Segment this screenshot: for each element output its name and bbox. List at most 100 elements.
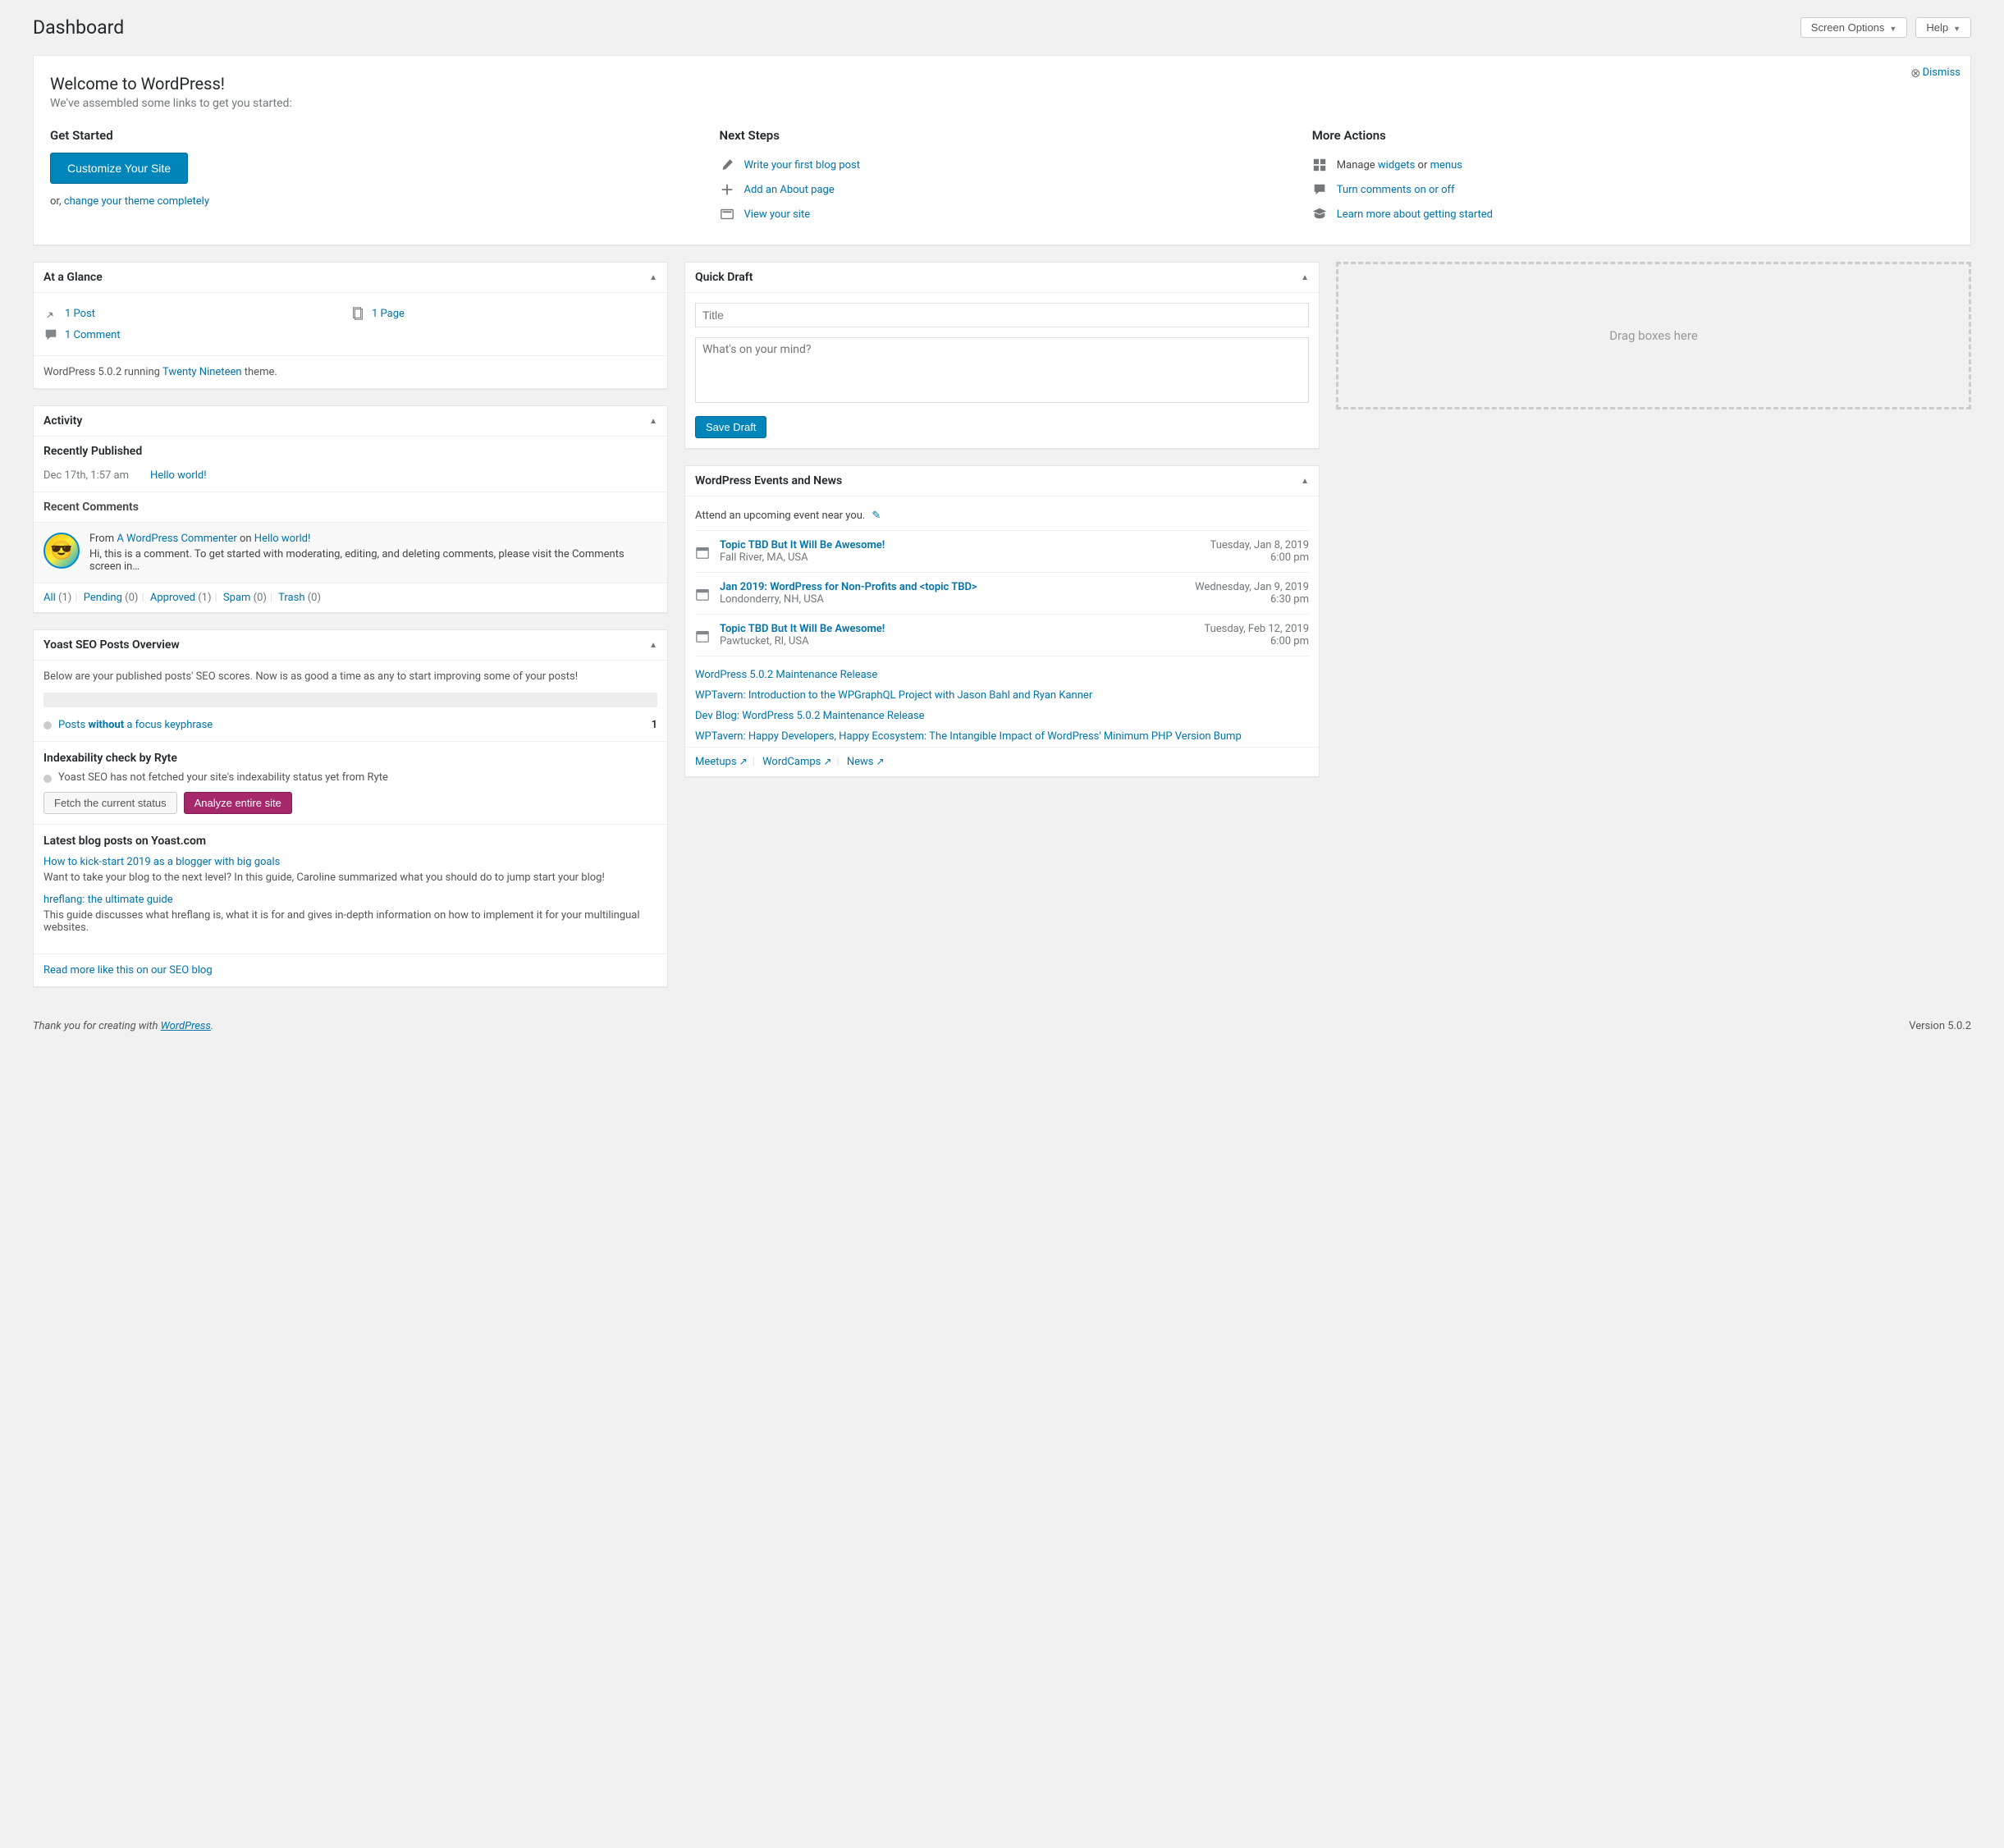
publish-date: Dec 17th, 1:57 am [43, 469, 129, 482]
comments-count-link[interactable]: 1 Comment [65, 329, 121, 341]
at-a-glance-box: At a Glance ▲ 1 Post 1 Page 1 Comment Wor… [33, 262, 668, 389]
wordcamps-link[interactable]: WordCamps↗ [762, 756, 831, 768]
pages-count-link[interactable]: 1 Page [372, 308, 405, 320]
activity-box: Activity▲ Recently Published Dec 17th, 1… [33, 405, 668, 613]
event-time: 6:30 pm [1195, 593, 1309, 606]
save-draft-button[interactable]: Save Draft [695, 416, 766, 438]
status-dot-icon [43, 775, 52, 783]
widgets-icon [1312, 158, 1327, 172]
event-link[interactable]: Topic TBD But It Will Be Awesome! [720, 623, 885, 635]
chevron-down-icon: ▼ [1953, 25, 1961, 33]
chevron-down-icon: ▼ [1889, 25, 1896, 33]
wp-version-text: WordPress 5.0.2 running Twenty Nineteen … [34, 355, 667, 388]
edit-location-icon[interactable]: ✎ [872, 510, 881, 522]
event-link[interactable]: Topic TBD But It Will Be Awesome! [720, 539, 885, 551]
menus-link[interactable]: menus [1430, 159, 1462, 172]
yoast-box: Yoast SEO Posts Overview ▲ Below are your… [33, 629, 668, 987]
edit-icon [720, 158, 734, 172]
collapse-icon[interactable]: ▲ [1301, 477, 1309, 486]
yoast-posts-link[interactable]: Posts without a focus keyphrase [58, 719, 213, 731]
customize-site-button[interactable]: Customize Your Site [50, 153, 188, 184]
event-date: Tuesday, Jan 8, 2019 [1210, 539, 1309, 551]
blog-post-link[interactable]: hreflang: the ultimate guide [43, 894, 173, 906]
news-link[interactable]: News↗ [847, 756, 885, 768]
learn-icon [1312, 207, 1327, 222]
recent-comments-heading: Recent Comments [34, 492, 667, 523]
wordpress-link[interactable]: WordPress [161, 1020, 211, 1032]
quick-draft-title: Quick Draft [695, 271, 753, 284]
event-time: 6:00 pm [1204, 635, 1309, 647]
collapse-icon[interactable]: ▲ [649, 417, 657, 426]
page-title: Dashboard [33, 16, 124, 39]
post-link[interactable]: Hello world! [150, 469, 207, 482]
quick-draft-box: Quick Draft ▲ Save Draft [684, 262, 1320, 449]
learn-more-link[interactable]: Learn more about getting started [1337, 208, 1493, 221]
plus-icon [720, 182, 734, 197]
screen-options-button[interactable]: Screen Options▼ [1800, 17, 1908, 38]
news-link[interactable]: WPTavern: Happy Developers, Happy Ecosys… [695, 726, 1309, 747]
manage-text: Manage widgets or menus [1337, 159, 1462, 172]
filter-trash[interactable]: Trash [278, 592, 304, 604]
event-location: Fall River, MA, USA [720, 551, 1201, 564]
view-icon [720, 207, 734, 222]
change-theme-link[interactable]: change your theme completely [64, 195, 209, 208]
draft-content-textarea[interactable] [695, 337, 1309, 403]
event-near-text: Attend an upcoming event near you. [695, 510, 865, 522]
theme-link[interactable]: Twenty Nineteen [162, 366, 242, 378]
welcome-subtitle: We've assembled some links to get you st… [50, 97, 1962, 110]
blog-post-link[interactable]: How to kick-start 2019 as a blogger with… [43, 856, 280, 868]
add-about-link[interactable]: Add an About page [744, 184, 835, 196]
status-dot-icon [43, 721, 52, 730]
collapse-icon[interactable]: ▲ [649, 273, 657, 282]
view-site-link[interactable]: View your site [744, 208, 811, 221]
commenter-link[interactable]: A WordPress Commenter [117, 533, 236, 545]
news-link[interactable]: WPTavern: Introduction to the WPGraphQL … [695, 685, 1309, 706]
filter-pending[interactable]: Pending [84, 592, 122, 604]
dismiss-link[interactable]: Dismiss [1910, 64, 1961, 79]
filter-spam[interactable]: Spam [223, 592, 251, 604]
events-title: WordPress Events and News [695, 474, 842, 487]
collapse-icon[interactable]: ▲ [649, 641, 657, 650]
event-time: 6:00 pm [1210, 551, 1309, 564]
external-icon: ↗ [739, 756, 748, 767]
comment-meta: From A WordPress Commenter on Hello worl… [89, 533, 657, 545]
event-link[interactable]: Jan 2019: WordPress for Non-Profits and … [720, 581, 977, 593]
event-location: Londonderry, NH, USA [720, 593, 1185, 606]
collapse-icon[interactable]: ▲ [1301, 273, 1309, 282]
pin-icon [43, 306, 58, 321]
blog-post-desc: This guide discusses what hreflang is, w… [43, 909, 657, 934]
yoast-title: Yoast SEO Posts Overview [43, 638, 180, 652]
fetch-status-button[interactable]: Fetch the current status [43, 792, 177, 814]
turn-comments-link[interactable]: Turn comments on or off [1337, 184, 1455, 196]
news-link[interactable]: WordPress 5.0.2 Maintenance Release [695, 665, 1309, 685]
help-button[interactable]: Help▼ [1915, 17, 1971, 38]
filter-all[interactable]: All [43, 592, 56, 604]
ryte-text: Yoast SEO has not fetched your site's in… [58, 771, 388, 784]
recently-published-heading: Recently Published [34, 437, 667, 466]
external-icon: ↗ [823, 756, 831, 767]
event-location: Pawtucket, RI, USA [720, 635, 1194, 647]
page-icon [350, 306, 365, 321]
widgets-link[interactable]: widgets [1378, 159, 1415, 172]
drop-zone[interactable]: Drag boxes here [1336, 262, 1971, 409]
read-more-link[interactable]: Read more like this on our SEO blog [43, 964, 213, 977]
events-news-box: WordPress Events and News ▲ Attend an upc… [684, 465, 1320, 777]
blog-post-desc: Want to take your blog to the next level… [43, 871, 657, 884]
glance-title: At a Glance [43, 271, 103, 284]
more-actions-heading: More Actions [1312, 128, 1962, 143]
filter-approved[interactable]: Approved [150, 592, 195, 604]
yoast-description: Below are your published posts' SEO scor… [34, 661, 667, 693]
write-post-link[interactable]: Write your first blog post [744, 159, 860, 172]
news-link[interactable]: Dev Blog: WordPress 5.0.2 Maintenance Re… [695, 706, 1309, 726]
comment-post-link[interactable]: Hello world! [254, 533, 311, 545]
footer-thank-you: Thank you for creating with WordPress. [33, 1020, 213, 1032]
comment-icon [43, 327, 58, 342]
version-label: Version 5.0.2 [1909, 1020, 1971, 1032]
calendar-icon [695, 541, 710, 564]
posts-count-link[interactable]: 1 Post [65, 308, 95, 320]
comments-icon [1312, 182, 1327, 197]
comment-body: Hi, this is a comment. To get started wi… [89, 548, 657, 573]
draft-title-input[interactable] [695, 303, 1309, 327]
analyze-site-button[interactable]: Analyze entire site [184, 792, 292, 814]
meetups-link[interactable]: Meetups↗ [695, 756, 748, 768]
